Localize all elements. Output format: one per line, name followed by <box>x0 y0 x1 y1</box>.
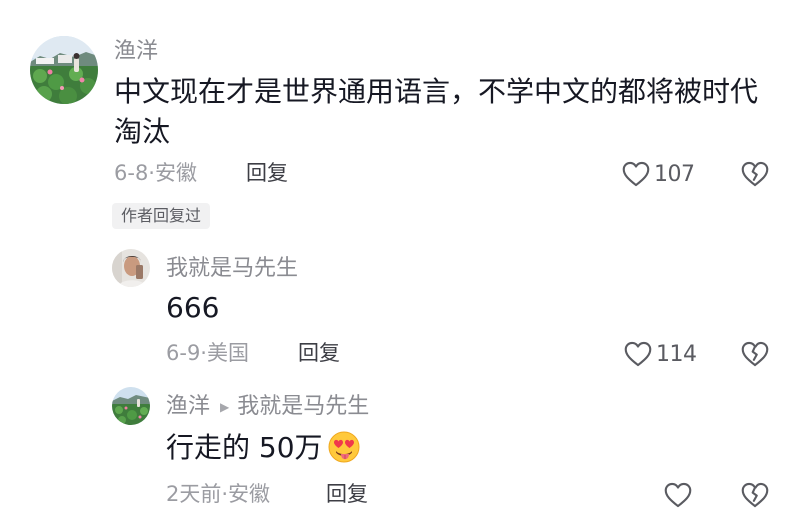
heart-outline-icon <box>664 482 692 508</box>
avatar-image <box>30 36 98 104</box>
comment-text-line-1: 中文现在才是世界通用语言，不学中文的都将被时代 <box>114 75 759 108</box>
broken-heart-icon <box>741 482 769 508</box>
broken-heart-icon <box>741 161 769 187</box>
reply-date-location: 6-9·美国 <box>166 341 249 365</box>
like-count: 114 <box>656 341 697 367</box>
reply-author-name[interactable]: 渔洋 <box>166 394 210 419</box>
reply-button[interactable]: 回复 <box>326 481 368 507</box>
avatar[interactable] <box>30 36 98 104</box>
avatar[interactable] <box>112 249 150 287</box>
avatar-image <box>112 387 150 425</box>
avatar-image <box>112 249 150 287</box>
comment-date-location: 6-8·安徽 <box>114 161 197 185</box>
comment-text-line-2: 淘汰 <box>114 115 171 148</box>
heart-outline-icon <box>624 341 652 367</box>
reply-to-name[interactable]: 我就是马先生 <box>237 394 369 419</box>
like-button[interactable] <box>664 481 696 509</box>
dislike-button[interactable] <box>741 482 769 508</box>
reply-text: 行走的 50万 <box>166 431 323 464</box>
reply-text-row: 行走的 50万 <box>166 428 361 475</box>
like-button[interactable]: 107 <box>622 160 695 188</box>
comment-author[interactable]: 渔洋 <box>114 38 158 66</box>
author-replied-badge: 作者回复过 <box>112 203 211 229</box>
reply-author: 渔洋 ▶ 我就是马先生 <box>166 393 369 421</box>
triangle-right-icon: ▶ <box>220 400 230 414</box>
like-button[interactable]: 114 <box>624 340 697 368</box>
heart-outline-icon <box>622 161 650 187</box>
reply-date-location: 2天前·安徽 <box>166 482 271 506</box>
reply-author[interactable]: 我就是马先生 <box>166 255 298 283</box>
heart-eyes-tongue-emoji <box>327 430 361 475</box>
reply-button[interactable]: 回复 <box>246 160 288 186</box>
like-count: 107 <box>654 161 695 187</box>
dislike-button[interactable] <box>741 341 769 367</box>
reply-text: 666 <box>166 291 220 324</box>
broken-heart-icon <box>741 341 769 367</box>
dislike-button[interactable] <box>741 161 769 187</box>
avatar[interactable] <box>112 387 150 425</box>
reply-button[interactable]: 回复 <box>298 340 340 366</box>
